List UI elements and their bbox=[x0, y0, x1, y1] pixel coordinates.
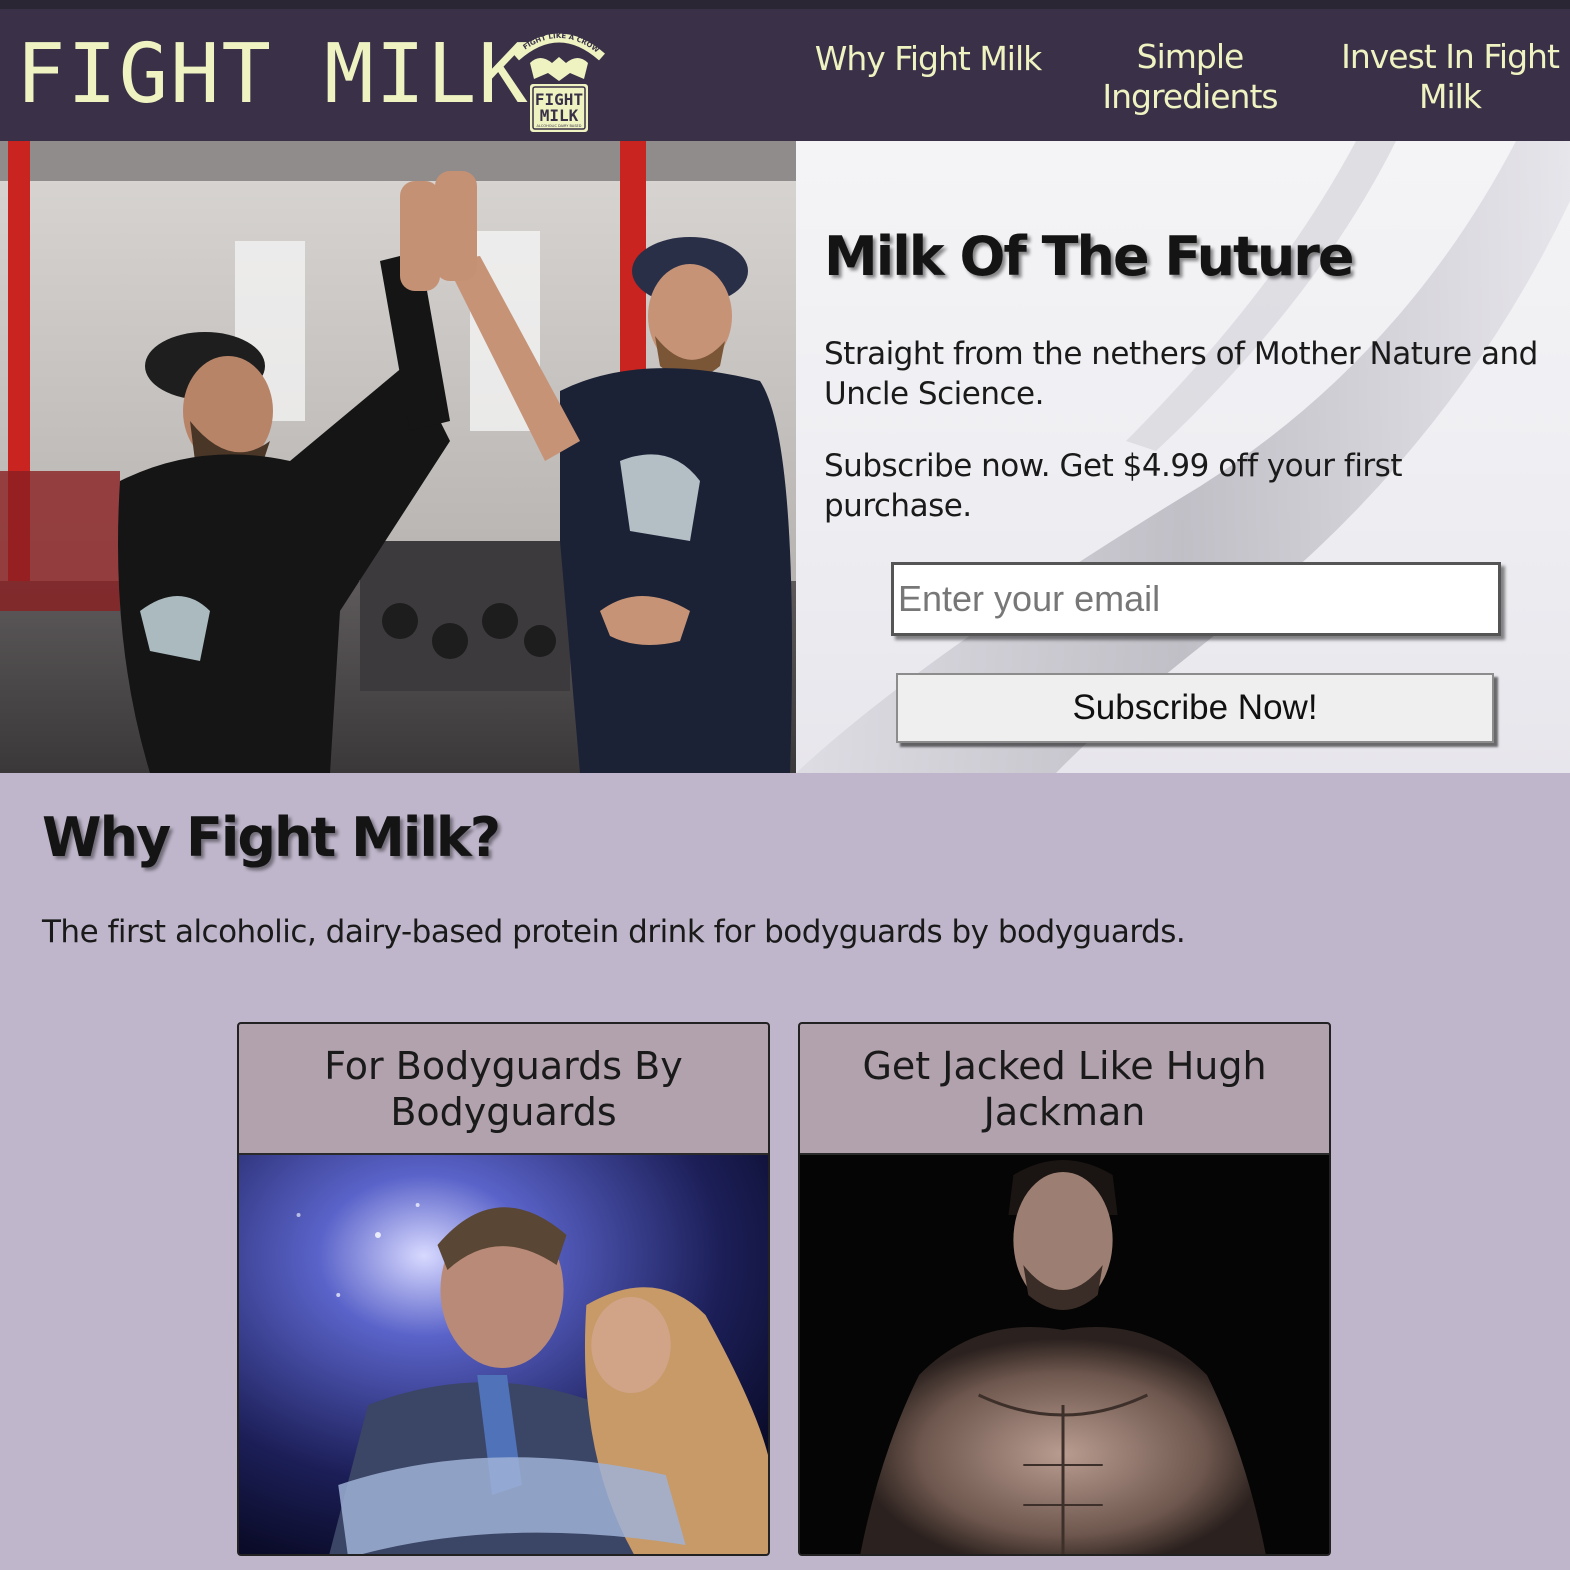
card-title: For Bodyguards By Bodyguards bbox=[239, 1024, 768, 1155]
hero-gym-photo bbox=[0, 141, 796, 773]
hero-offer: Subscribe now. Get $4.99 off your first … bbox=[824, 448, 1402, 524]
hero-tagline: Straight from the nethers of Mother Natu… bbox=[824, 336, 1538, 412]
why-section-description: The first alcoholic, dairy-based protein… bbox=[42, 914, 1186, 950]
window-top-border bbox=[0, 0, 1570, 9]
svg-text:MILK: MILK bbox=[540, 106, 579, 125]
site-header: FIGHT MILK FIGHT LIKE A CROW FIGHT MILK … bbox=[0, 9, 1570, 141]
fight-milk-logo[interactable]: FIGHT LIKE A CROW FIGHT MILK ALCOHOLIC D… bbox=[500, 23, 618, 137]
feature-card-bodyguards[interactable]: For Bodyguards By Bodyguards bbox=[237, 1022, 770, 1556]
nav-invest-in-fight-milk[interactable]: Invest In Fight Milk bbox=[1330, 37, 1570, 117]
feature-card-hugh-jackman[interactable]: Get Jacked Like Hugh Jackman bbox=[798, 1022, 1331, 1556]
svg-text:ALCOHOLIC DAIRY BASED: ALCOHOLIC DAIRY BASED bbox=[537, 124, 582, 128]
why-section-title: Why Fight Milk? bbox=[42, 806, 501, 869]
brand-wordmark[interactable]: FIGHT MILK bbox=[16, 29, 530, 121]
email-input[interactable] bbox=[891, 562, 1501, 636]
subscribe-button[interactable]: Subscribe Now! bbox=[896, 673, 1494, 743]
nav-simple-ingredients[interactable]: Simple Ingredients bbox=[1080, 37, 1300, 117]
card-title: Get Jacked Like Hugh Jackman bbox=[800, 1024, 1329, 1155]
hero-title: Milk Of The Future bbox=[824, 225, 1355, 288]
bodyguard-photo bbox=[239, 1155, 768, 1554]
hero-signup-panel: Milk Of The Future Straight from the net… bbox=[796, 141, 1570, 773]
nav-why-fight-milk[interactable]: Why Fight Milk bbox=[800, 39, 1056, 79]
muscular-man-photo bbox=[800, 1155, 1329, 1554]
